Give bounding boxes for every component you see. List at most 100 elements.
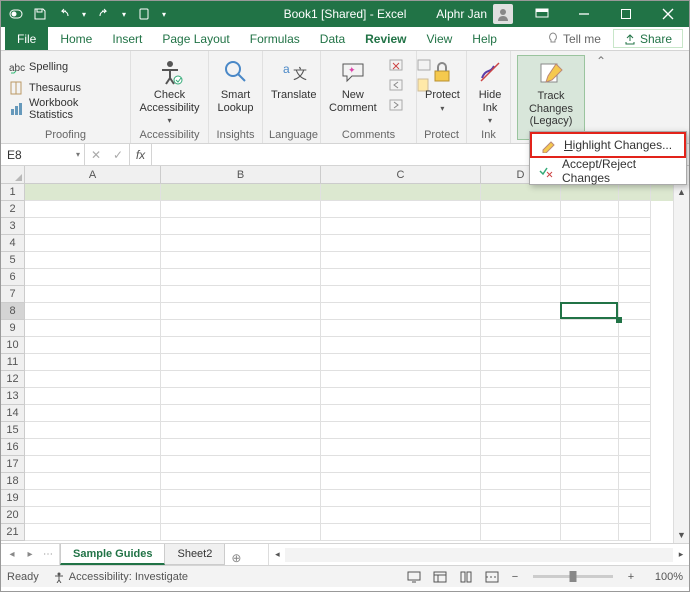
collapse-ribbon-button[interactable]: ⌃	[591, 51, 611, 143]
row-header[interactable]: 15	[1, 422, 25, 439]
row-header[interactable]: 19	[1, 490, 25, 507]
delete-comment-button[interactable]	[385, 55, 407, 75]
row-header[interactable]: 18	[1, 473, 25, 490]
tab-page-layout[interactable]: Page Layout	[152, 27, 239, 50]
previous-comment-button[interactable]	[385, 75, 407, 95]
save-icon[interactable]	[29, 3, 51, 25]
fx-icon[interactable]: fx	[130, 144, 152, 165]
translate-button[interactable]: a文 Translate	[269, 55, 318, 102]
tab-data[interactable]: Data	[310, 27, 355, 50]
tab-help[interactable]: Help	[462, 27, 507, 50]
normal-view-button[interactable]	[429, 568, 451, 586]
sheet-nav-more[interactable]: ⋯	[39, 549, 57, 560]
tab-insert[interactable]: Insert	[102, 27, 152, 50]
status-accessibility[interactable]: Accessibility: Investigate	[53, 571, 188, 583]
sheet-nav-first[interactable]: ◂	[3, 549, 21, 560]
row-header[interactable]: 20	[1, 507, 25, 524]
autosave-toggle[interactable]	[5, 3, 27, 25]
redo-dropdown[interactable]: ▾	[117, 10, 131, 19]
protect-button[interactable]: Protect▾	[423, 55, 462, 113]
sheet-tab-active[interactable]: Sample Guides	[60, 544, 165, 565]
accept-reject-icon	[538, 163, 554, 179]
row-header[interactable]: 16	[1, 439, 25, 456]
undo-icon[interactable]	[53, 3, 75, 25]
next-comment-button[interactable]	[385, 95, 407, 115]
row-header[interactable]: 6	[1, 269, 25, 286]
tab-home[interactable]: Home	[50, 27, 102, 50]
ribbon-options-icon[interactable]	[521, 1, 563, 27]
row-header[interactable]: 11	[1, 354, 25, 371]
scroll-down-button[interactable]: ▼	[674, 527, 689, 543]
zoom-slider[interactable]	[533, 575, 613, 578]
maximize-button[interactable]	[605, 1, 647, 27]
row-header[interactable]: 9	[1, 320, 25, 337]
fill-handle[interactable]	[616, 317, 622, 323]
qat-customize[interactable]: ▾	[157, 10, 171, 19]
column-header[interactable]: B	[161, 166, 321, 184]
horizontal-scrollbar[interactable]: ◂ ▸	[268, 544, 689, 565]
share-button[interactable]: Share	[613, 29, 683, 48]
workbook-stats-button[interactable]: Workbook Statistics	[7, 99, 124, 119]
row-header[interactable]: 21	[1, 524, 25, 541]
tab-formulas[interactable]: Formulas	[240, 27, 310, 50]
row-header[interactable]: 3	[1, 218, 25, 235]
user-account[interactable]: Alphr Jan	[428, 4, 521, 24]
vertical-scrollbar[interactable]: ▲ ▼	[673, 184, 689, 543]
name-box[interactable]: E8	[1, 144, 85, 165]
hide-ink-button[interactable]: Hide Ink▾	[473, 55, 507, 125]
row-header[interactable]: 4	[1, 235, 25, 252]
thesaurus-button[interactable]: Thesaurus	[7, 78, 124, 98]
row-header[interactable]: 13	[1, 388, 25, 405]
scroll-up-button[interactable]: ▲	[674, 184, 689, 200]
row-header[interactable]: 8	[1, 303, 25, 320]
new-comment-button[interactable]: ✦ New Comment	[327, 55, 379, 114]
row-header[interactable]: 5	[1, 252, 25, 269]
display-settings-icon[interactable]	[403, 568, 425, 586]
row-header[interactable]: 14	[1, 405, 25, 422]
tab-view[interactable]: View	[417, 27, 463, 50]
highlight-changes-menuitem[interactable]: Highlight Changes...	[530, 132, 686, 158]
close-button[interactable]	[647, 1, 689, 27]
smart-lookup-button[interactable]: Smart Lookup	[215, 55, 256, 114]
page-break-view-button[interactable]	[481, 568, 503, 586]
column-header[interactable]: C	[321, 166, 481, 184]
minimize-button[interactable]	[563, 1, 605, 27]
check-accessibility-button[interactable]: Check Accessibility▾	[137, 55, 202, 125]
status-ready: Ready	[7, 571, 39, 583]
spelling-button[interactable]: abcSpelling	[7, 57, 124, 77]
tab-file[interactable]: File	[5, 27, 48, 50]
row-header[interactable]: 17	[1, 456, 25, 473]
row-header[interactable]: 10	[1, 337, 25, 354]
scroll-right-button[interactable]: ▸	[673, 547, 689, 563]
sheet-nav-last[interactable]: ▸	[21, 549, 39, 560]
zoom-out-button[interactable]: −	[507, 571, 523, 583]
add-sheet-button[interactable]: ⊕	[224, 551, 248, 565]
row-header[interactable]: 2	[1, 201, 25, 218]
undo-dropdown[interactable]: ▾	[77, 10, 91, 19]
spreadsheet-grid: ABCDEF 123456789101112131415161718192021…	[1, 166, 689, 543]
page-layout-view-button[interactable]	[455, 568, 477, 586]
tell-me-search[interactable]: Tell me	[537, 27, 611, 50]
cells[interactable]	[25, 184, 673, 543]
enter-formula-button[interactable]: ✓	[107, 148, 129, 162]
sheet-tab[interactable]: Sheet2	[164, 544, 225, 565]
zoom-in-button[interactable]: +	[623, 571, 639, 583]
track-changes-button[interactable]: Track Changes (Legacy)▾	[517, 55, 585, 140]
select-all-corner[interactable]	[1, 166, 25, 184]
accept-reject-menuitem[interactable]: Accept/Reject Changes	[530, 158, 686, 184]
group-language: a文 Translate Language	[263, 51, 321, 143]
row-header[interactable]: 1	[1, 184, 25, 201]
scroll-left-button[interactable]: ◂	[269, 547, 285, 563]
highlight-icon	[540, 137, 556, 153]
redo-icon[interactable]	[93, 3, 115, 25]
column-header[interactable]: A	[25, 166, 161, 184]
group-protect: Protect▾ Protect	[417, 51, 467, 143]
row-header[interactable]: 7	[1, 286, 25, 303]
sheet-tab-bar: ◂ ▸ ⋯ Sample Guides Sheet2 ⊕ ◂ ▸	[1, 543, 689, 565]
row-header[interactable]: 12	[1, 371, 25, 388]
tab-review[interactable]: Review	[355, 27, 416, 50]
touchmode-icon[interactable]	[133, 3, 155, 25]
cancel-formula-button[interactable]: ✕	[85, 148, 107, 162]
track-changes-menu: Highlight Changes... Accept/Reject Chang…	[529, 131, 687, 185]
zoom-level[interactable]: 100%	[643, 571, 683, 583]
